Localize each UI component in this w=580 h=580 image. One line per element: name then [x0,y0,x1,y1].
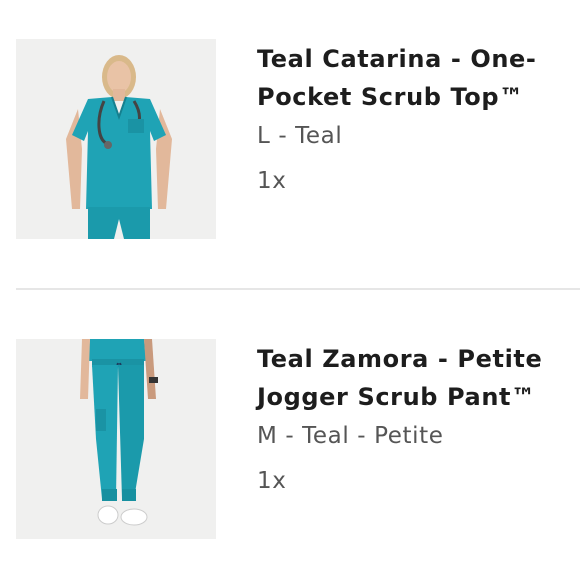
jogger-pant-illustration [16,339,216,539]
product-variant: L - Teal [257,123,343,149]
cart-item: Teal Catarina - One-Pocket Scrub Top™ L … [0,0,580,289]
product-image-scrub-top[interactable] [16,39,216,239]
product-image-jogger-pant[interactable] [16,339,216,539]
item-details: Teal Zamora - Petite Jogger Scrub Pant™ … [257,340,560,500]
product-quantity: 1x [257,468,287,494]
product-title[interactable]: Teal Catarina - One-Pocket Scrub Top™ [257,40,560,116]
product-title[interactable]: Teal Zamora - Petite Jogger Scrub Pant™ [257,340,560,416]
item-details: Teal Catarina - One-Pocket Scrub Top™ L … [257,40,560,200]
scrub-top-illustration [16,39,216,239]
cart-item: Teal Zamora - Petite Jogger Scrub Pant™ … [0,290,580,580]
product-variant: M - Teal - Petite [257,423,444,449]
product-quantity: 1x [257,168,287,194]
